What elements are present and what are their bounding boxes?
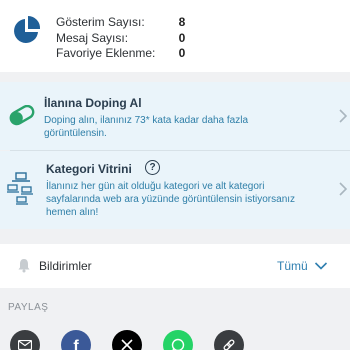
help-icon[interactable]: ? xyxy=(145,160,160,175)
chevron-right-icon xyxy=(339,109,348,123)
mail-icon xyxy=(18,340,32,350)
doping-pill-icon xyxy=(9,105,35,126)
category-showcase-promo[interactable]: Kategori Vitrini ? İlanınız her gün ait … xyxy=(0,151,350,229)
impressions-value: 8 xyxy=(178,15,186,29)
share-mail-button[interactable] xyxy=(10,330,40,350)
share-label: PAYLAŞ xyxy=(8,302,49,313)
showcase-title: Kategori Vitrini xyxy=(46,162,132,176)
chevron-right-icon xyxy=(339,182,348,196)
stats-pie-icon xyxy=(14,15,41,43)
notifications-label: Bildirimler xyxy=(39,259,92,273)
doping-desc-line2: görüntülensin. xyxy=(44,128,107,139)
facebook-icon: f xyxy=(73,338,79,350)
favorites-label: Favoriye Eklenme: xyxy=(56,46,156,60)
share-x-button[interactable] xyxy=(112,330,142,350)
share-link-button[interactable] xyxy=(214,330,244,350)
share-whatsapp-button[interactable] xyxy=(163,330,193,350)
showcase-desc-line2: sayfalarında web ara yüzünde görüntülens… xyxy=(46,194,296,205)
doping-title: İlanına Doping Al xyxy=(44,96,142,110)
showcase-desc-line1: İlanınız her gün ait olduğu kategori ve … xyxy=(46,181,265,192)
messages-value: 0 xyxy=(178,31,186,45)
showcase-icon xyxy=(7,172,33,205)
messages-label: Mesaj Sayısı: xyxy=(56,31,129,45)
notifications-filter-value[interactable]: Tümü xyxy=(277,259,308,273)
link-icon xyxy=(223,339,235,350)
favorites-value: 0 xyxy=(178,46,186,60)
bell-icon xyxy=(18,259,30,273)
notifications-row[interactable]: Bildirimler Tümü xyxy=(0,244,350,288)
whatsapp-icon xyxy=(171,338,185,350)
showcase-desc-line3: hemen alın! xyxy=(46,207,99,218)
doping-promo[interactable]: İlanına Doping Al Doping alın, ilanınız … xyxy=(0,82,350,150)
chevron-down-icon[interactable] xyxy=(314,261,328,271)
x-icon xyxy=(121,339,133,350)
doping-desc-line1: Doping alın, ilanınız 73* kata kadar dah… xyxy=(44,115,249,126)
listing-stats-card: Gösterim Sayısı: 8 Mesaj Sayısı: 0 Favor… xyxy=(0,0,350,72)
impressions-label: Gösterim Sayısı: xyxy=(56,15,145,29)
share-facebook-button[interactable]: f xyxy=(61,330,91,350)
